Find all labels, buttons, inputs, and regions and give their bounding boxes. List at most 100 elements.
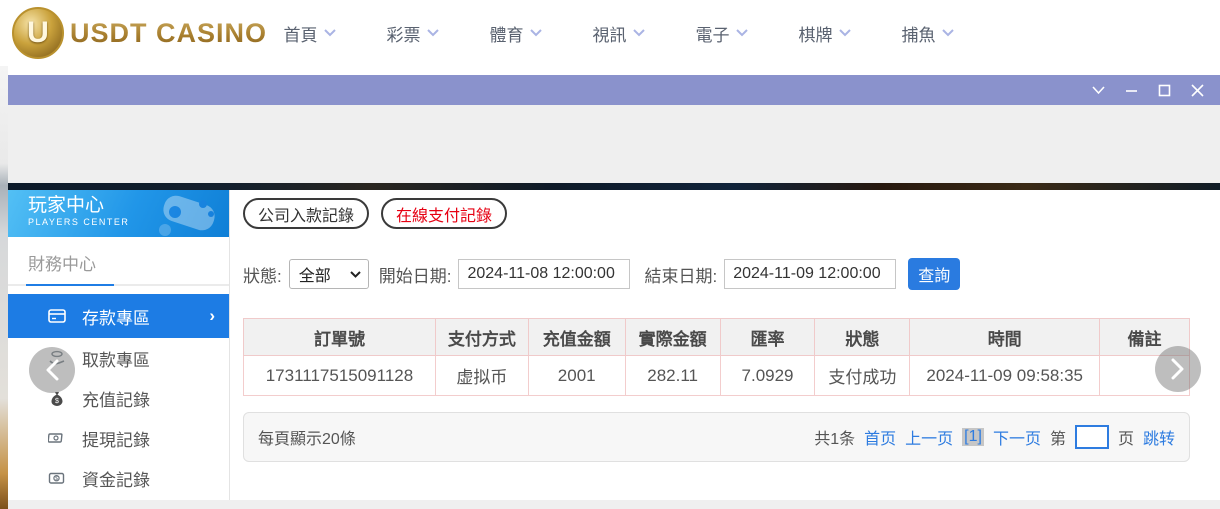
nav-label: 捕魚: [902, 21, 936, 46]
nav-item-live[interactable]: 視訊: [567, 21, 670, 46]
deposit-card-icon: [48, 307, 66, 325]
chevron-down-icon: [324, 29, 336, 37]
jump-suffix-label: 页: [1118, 425, 1134, 449]
col-header-pay-method: 支付方式: [435, 319, 528, 356]
sidebar: 玩家中心 PLAYERS CENTER 財務中心 存款專區 › 取款專區: [8, 190, 230, 500]
page-size-text: 每頁顯示20條: [258, 425, 356, 449]
cell-rate: 7.0929: [720, 356, 815, 396]
banknote-icon: [48, 429, 66, 447]
next-page-link[interactable]: 下一页: [993, 425, 1041, 449]
chevron-left-icon: [45, 359, 59, 381]
banner-bottom-strip: [8, 183, 1220, 190]
sidebar-item-deposit[interactable]: 存款專區 ›: [8, 294, 229, 338]
chevron-down-icon: [633, 29, 645, 37]
nav-label: 彩票: [387, 21, 421, 46]
carousel-right-arrow[interactable]: [1155, 346, 1201, 392]
tab-company-deposit-records[interactable]: 公司入款記錄: [243, 198, 369, 229]
table-header-row: 訂單號 支付方式 充值金額 實際金額 匯率 狀態 時間 備註: [244, 319, 1190, 356]
chevron-down-icon: [427, 29, 439, 37]
content-panel: 公司入款記錄 在線支付記錄 狀態: 全部 開始日期: 結束日期: 查詢 訂單號 …: [230, 190, 1220, 500]
nav-label: 棋牌: [799, 21, 833, 46]
carousel-left-arrow[interactable]: [29, 347, 75, 393]
chevron-down-icon: [942, 29, 954, 37]
brand-name: USDT CASINO: [70, 18, 267, 49]
start-date-label: 開始日期:: [379, 262, 452, 287]
cell-order-no: 1731117515091128: [244, 356, 436, 396]
cell-pay-method: 虚拟币: [435, 356, 528, 396]
chevron-right-icon: [1171, 358, 1185, 380]
nav-label: 電子: [696, 21, 730, 46]
collapse-icon[interactable]: [1092, 84, 1105, 97]
window-bottom-strip: [8, 500, 1220, 509]
sidebar-item-withdrawal-records[interactable]: 提現記錄: [8, 418, 229, 458]
col-header-order-no: 訂單號: [244, 319, 436, 356]
total-count-text: 共1条: [814, 425, 855, 449]
nav-label: 首頁: [284, 21, 318, 46]
start-date-input[interactable]: [458, 259, 630, 289]
pagination-bar: 每頁顯示20條 共1条 首页 上一页 [1] 下一页 第 页 跳转: [243, 412, 1190, 462]
sidebar-item-label: 充值記錄: [82, 386, 150, 411]
cell-time: 2024-11-09 09:58:35: [910, 356, 1100, 396]
select-caret-icon: [350, 271, 361, 278]
pagination-controls: 共1条 首页 上一页 [1] 下一页 第 页 跳转: [814, 425, 1175, 449]
svg-text:$: $: [55, 398, 59, 405]
sidebar-item-label: 存款專區: [82, 304, 150, 329]
search-button[interactable]: 查詢: [908, 258, 960, 290]
end-date-input[interactable]: [724, 259, 896, 289]
record-tabs: 公司入款記錄 在線支付記錄: [243, 198, 507, 229]
nav-item-fishing[interactable]: 捕魚: [876, 21, 979, 46]
close-icon[interactable]: [1191, 84, 1204, 97]
chevron-down-icon: [530, 29, 542, 37]
col-header-status: 狀態: [815, 319, 910, 356]
col-header-rate: 匯率: [720, 319, 815, 356]
records-table: 訂單號 支付方式 充值金額 實際金額 匯率 狀態 時間 備註 173111751…: [243, 318, 1190, 396]
nav-item-sports[interactable]: 體育: [464, 21, 567, 46]
prev-page-link[interactable]: 上一页: [905, 425, 953, 449]
brand-initial: U: [27, 16, 49, 50]
main-nav: 首頁 彩票 體育 視訊 電子 棋牌 捕魚: [258, 0, 979, 66]
brand-logo-icon: U: [12, 7, 64, 59]
minimize-icon[interactable]: [1125, 84, 1138, 97]
sidebar-item-label: 提現記錄: [82, 426, 150, 451]
page-jump-input[interactable]: [1075, 425, 1109, 449]
brand-logo[interactable]: U USDT CASINO: [12, 7, 267, 59]
filter-bar: 狀態: 全部 開始日期: 結束日期: 查詢: [243, 258, 960, 290]
first-page-link[interactable]: 首页: [864, 425, 896, 449]
nav-label: 體育: [490, 21, 524, 46]
chevron-down-icon: [839, 29, 851, 37]
sidebar-section-title: 財務中心: [8, 237, 229, 284]
chevron-down-icon: [736, 29, 748, 37]
col-header-real-amount: 實際金額: [625, 319, 720, 356]
maximize-icon[interactable]: [1158, 84, 1171, 97]
sidebar-item-fund-records[interactable]: $ 資金記錄: [8, 458, 229, 498]
nav-item-lottery[interactable]: 彩票: [361, 21, 464, 46]
app-window: 玩家中心 PLAYERS CENTER 財務中心 存款專區 › 取款專區: [8, 75, 1220, 509]
cell-amount: 2001: [528, 356, 625, 396]
end-date-label: 結束日期:: [644, 262, 717, 287]
banner-area: [8, 105, 1220, 183]
status-select[interactable]: 全部: [289, 259, 369, 289]
window-titlebar: [8, 75, 1220, 105]
sidebar-item-label: 取款專區: [82, 346, 150, 371]
wallet-coin-icon: $: [48, 469, 66, 487]
cell-status: 支付成功: [815, 356, 910, 396]
col-header-amount: 充值金額: [528, 319, 625, 356]
nav-item-cards[interactable]: 棋牌: [773, 21, 876, 46]
page-background-edge: [0, 66, 8, 509]
col-header-time: 時間: [910, 319, 1100, 356]
cell-real-amount: 282.11: [625, 356, 720, 396]
sidebar-header: 玩家中心 PLAYERS CENTER: [8, 190, 229, 237]
tab-online-payment-records[interactable]: 在線支付記錄: [381, 198, 507, 229]
sidebar-item-label: 資金記錄: [82, 466, 150, 491]
table-row: 1731117515091128 虚拟币 2001 282.11 7.0929 …: [244, 356, 1190, 396]
nav-item-slots[interactable]: 電子: [670, 21, 773, 46]
site-header: U USDT CASINO 首頁 彩票 體育 視訊 電子 棋牌 捕魚: [0, 0, 1220, 66]
svg-text:$: $: [55, 476, 58, 482]
chevron-right-icon: ›: [209, 306, 215, 326]
jump-prefix-label: 第: [1050, 425, 1066, 449]
jump-action-link[interactable]: 跳转: [1143, 425, 1175, 449]
gamepad-icon: [151, 192, 221, 236]
nav-item-home[interactable]: 首頁: [258, 21, 361, 46]
status-select-value: 全部: [299, 262, 331, 286]
status-label: 狀態:: [243, 262, 282, 287]
